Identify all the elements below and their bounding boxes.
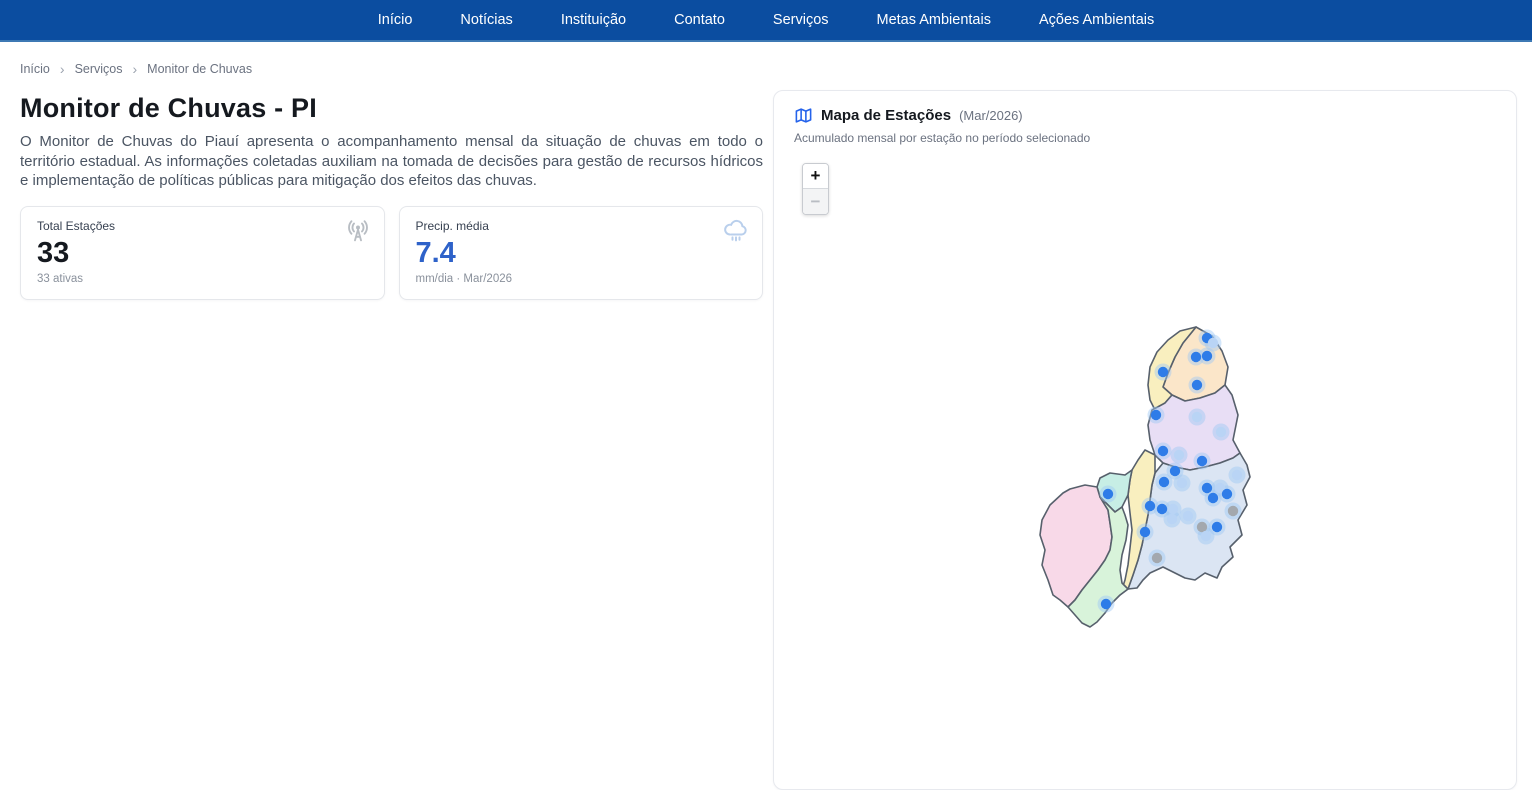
map-panel-subtitle: Acumulado mensal por estação no período … — [794, 131, 1496, 145]
station-marker — [1212, 522, 1222, 532]
map-stage: + − — [774, 149, 1516, 769]
stats-row: Total Estações 33 33 ativas Precip. médi… — [20, 206, 763, 300]
station-marker — [1222, 489, 1232, 499]
station-marker — [1208, 493, 1218, 503]
station-marker — [1151, 410, 1161, 420]
station-marker — [1145, 501, 1155, 511]
breadcrumb-separator: › — [133, 61, 138, 77]
zoom-out-button[interactable]: − — [803, 189, 828, 214]
stat-card-precip-media: Precip. média 7.4 mm/dia · Mar/2026 — [399, 206, 764, 300]
nav-item-instituicao[interactable]: Instituição — [561, 12, 626, 28]
station-marker — [1140, 527, 1150, 537]
station-marker — [1157, 504, 1167, 514]
page-title: Monitor de Chuvas - PI — [20, 93, 763, 124]
map-icon — [794, 106, 813, 125]
cloud-rain-icon — [722, 217, 750, 250]
station-marker — [1197, 456, 1207, 466]
breadcrumb-servicos[interactable]: Serviços — [75, 62, 123, 76]
station-marker — [1159, 477, 1169, 487]
breadcrumb: Início › Serviços › Monitor de Chuvas — [0, 42, 1532, 77]
stat-value: 33 — [37, 237, 368, 270]
station-marker — [1183, 511, 1193, 521]
map-zoom-control: + − — [802, 163, 829, 215]
map-panel-title: Mapa de Estações — [821, 107, 951, 124]
station-marker — [1101, 599, 1111, 609]
piaui-stations-map[interactable] — [1025, 317, 1255, 647]
station-marker — [1232, 470, 1242, 480]
station-marker — [1192, 412, 1202, 422]
station-marker — [1177, 478, 1187, 488]
station-marker — [1191, 352, 1201, 362]
nav-item-metas-ambientais[interactable]: Metas Ambientais — [877, 12, 991, 28]
station-marker — [1168, 504, 1178, 514]
main-navbar: Início Notícias Instituição Contato Serv… — [0, 0, 1532, 42]
station-marker — [1228, 506, 1238, 516]
station-marker — [1201, 531, 1211, 541]
station-marker — [1208, 338, 1218, 348]
station-marker — [1158, 367, 1168, 377]
station-marker — [1192, 380, 1202, 390]
station-marker — [1170, 466, 1180, 476]
nav-item-noticias[interactable]: Notícias — [460, 12, 512, 28]
station-marker — [1152, 553, 1162, 563]
zoom-in-button[interactable]: + — [803, 164, 828, 189]
stat-subtext: 33 ativas — [37, 273, 368, 285]
map-panel-period: (Mar/2026) — [959, 108, 1023, 123]
map-panel-header: Mapa de Estações (Mar/2026) Acumulado me… — [774, 91, 1516, 145]
map-panel: Mapa de Estações (Mar/2026) Acumulado me… — [773, 90, 1517, 790]
stat-value: 7.4 — [416, 237, 747, 270]
stat-label: Total Estações — [37, 219, 368, 233]
stat-card-total-estacoes: Total Estações 33 33 ativas — [20, 206, 385, 300]
nav-item-acoes-ambientais[interactable]: Ações Ambientais — [1039, 12, 1154, 28]
content-column: Monitor de Chuvas - PI O Monitor de Chuv… — [0, 84, 773, 300]
station-marker — [1167, 514, 1177, 524]
station-marker — [1202, 351, 1212, 361]
stat-label: Precip. média — [416, 219, 747, 233]
station-marker — [1216, 427, 1226, 437]
station-marker — [1202, 483, 1212, 493]
nav-item-contato[interactable]: Contato — [674, 12, 725, 28]
page-description: O Monitor de Chuvas do Piauí apresenta o… — [20, 132, 763, 191]
breadcrumb-separator: › — [60, 61, 65, 77]
breadcrumb-monitor-de-chuvas: Monitor de Chuvas — [147, 62, 252, 76]
nav-item-servicos[interactable]: Serviços — [773, 12, 829, 28]
stat-subtext: mm/dia · Mar/2026 — [416, 273, 747, 285]
station-marker — [1174, 450, 1184, 460]
station-marker — [1103, 489, 1113, 499]
breadcrumb-inicio[interactable]: Início — [20, 62, 50, 76]
station-marker — [1158, 446, 1168, 456]
nav-item-inicio[interactable]: Início — [378, 12, 413, 28]
station-marker — [1197, 522, 1207, 532]
broadcast-tower-icon — [344, 217, 372, 250]
